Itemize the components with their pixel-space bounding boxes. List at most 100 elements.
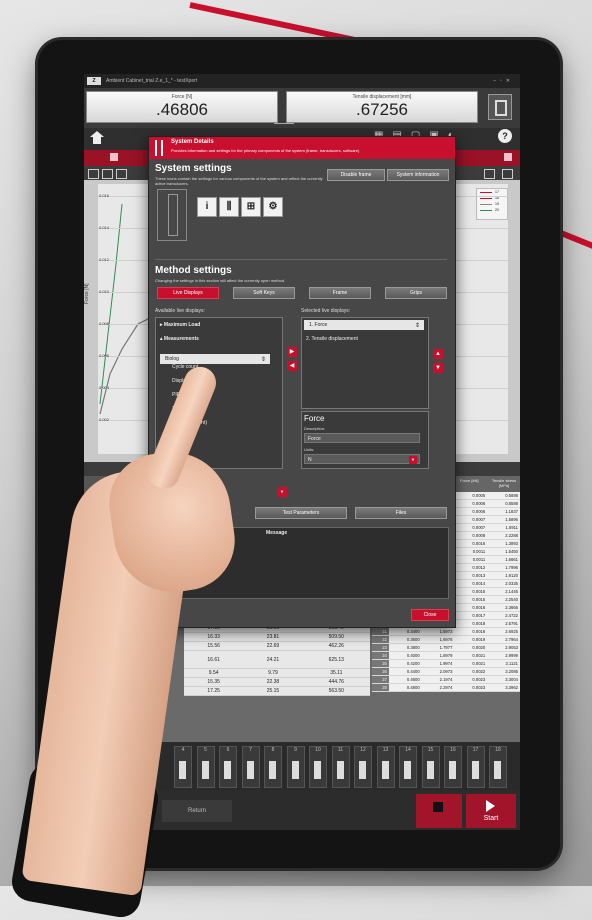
tab-soft-keys[interactable]: Soft Keys: [233, 287, 295, 299]
y-tick-label: 0.004: [99, 385, 110, 390]
tools-icon: [153, 140, 165, 156]
move-up-button[interactable]: ▲: [433, 349, 443, 359]
menu-icon[interactable]: [502, 169, 513, 179]
frame-icon[interactable]: ⊞: [241, 197, 261, 217]
table-row[interactable]: 21 0.3400 1.5973 0.0018 2.6925: [372, 627, 520, 636]
table-row[interactable]: 9.54 9.79 35.11: [184, 668, 370, 678]
table-cell: 1.5896: [487, 515, 520, 524]
specimen-slot[interactable]: 10: [309, 746, 327, 788]
row-index: 26: [372, 667, 389, 676]
test-parameters-tab[interactable]: Test Parameters: [255, 507, 347, 519]
tab-frame[interactable]: Frame: [309, 287, 371, 299]
selected-item[interactable]: 2. Tensile displacement: [306, 336, 358, 342]
table-cell: 0.4800: [388, 683, 422, 692]
message-label: Message: [266, 530, 288, 536]
table-row[interactable]: 16.33 23.81 509.50: [184, 632, 370, 642]
specimen-slot[interactable]: 14: [399, 746, 417, 788]
row-index: 24: [372, 651, 389, 660]
table-cell: 3.1121: [487, 659, 520, 668]
available-item[interactable]: ▴ Measurements: [160, 336, 199, 342]
move-down-button[interactable]: ▼: [433, 363, 443, 373]
table-row[interactable]: 15.56 22.69 462.26: [184, 641, 370, 651]
disable-frame-button[interactable]: Disable frame: [327, 169, 385, 181]
tab-live-displays[interactable]: Live Displays: [157, 287, 219, 299]
table-cell: 1.7996: [487, 563, 520, 572]
specimen-slot[interactable]: 12: [354, 746, 372, 788]
available-item[interactable]: Biolog ⇕: [160, 354, 270, 364]
table-row[interactable]: 24 0.4000 1.8979 0.0021 2.9999: [372, 651, 520, 660]
remove-arrow-button[interactable]: ◀: [287, 361, 297, 371]
specimen-slot[interactable]: 15: [421, 746, 440, 788]
table-cell: 0.0020: [454, 643, 488, 652]
specimen-slot[interactable]: 6: [219, 746, 237, 788]
slot-number: 5: [204, 747, 207, 753]
series-curve-1: [99, 203, 123, 405]
units-dropdown[interactable]: N ▼: [304, 454, 420, 464]
selected-item[interactable]: 1. Force ⇕: [304, 320, 424, 330]
table-row[interactable]: 17.25 25.15 563.50: [184, 686, 370, 696]
specimen-slot[interactable]: 7: [241, 746, 260, 788]
specimen-slot[interactable]: 18: [489, 746, 507, 788]
zoom-icon[interactable]: [116, 169, 127, 179]
return-button[interactable]: Return: [162, 800, 232, 822]
chevron-down-icon[interactable]: ▼: [277, 487, 287, 497]
help-icon[interactable]: ?: [498, 129, 512, 143]
table-row[interactable]: 26 0.4400 2.0973 0.0022 3.2085: [372, 667, 520, 676]
chart-legend: 17 18 19 20: [476, 188, 508, 220]
force-readout[interactable]: Force [N] .46806: [86, 91, 278, 123]
specimen-slot[interactable]: 17: [466, 746, 485, 788]
close-button[interactable]: Close: [411, 609, 449, 621]
table-cell: 0.4600: [388, 675, 422, 684]
table-row[interactable]: 27 0.4600 2.1974 0.0023 3.3004: [372, 675, 520, 684]
table-cell: 0.0006: [454, 507, 488, 516]
gear-icon[interactable]: ⚙: [263, 197, 283, 217]
specimen-slot[interactable]: 9: [286, 746, 305, 788]
table-cell: 0.0005: [454, 492, 488, 500]
description-field[interactable]: Force: [304, 433, 420, 443]
specimen-slot[interactable]: 11: [331, 746, 350, 788]
selected-list[interactable]: 1. Force ⇕ 2. Tensile displacement: [301, 317, 429, 409]
slot-number: 13: [382, 747, 389, 753]
slot-number: 9: [294, 747, 297, 753]
pencil-icon[interactable]: [88, 169, 99, 179]
start-button[interactable]: Start: [466, 794, 516, 828]
files-tab[interactable]: Files: [355, 507, 447, 519]
specimen-slot[interactable]: 16: [444, 746, 462, 788]
table-cell: 0.0007: [454, 523, 488, 532]
device-icon[interactable]: [488, 94, 512, 120]
crosshair-icon[interactable]: [102, 169, 113, 179]
stop-button[interactable]: [416, 794, 462, 828]
table-row[interactable]: 16.61 24.21 625.13: [184, 650, 370, 669]
start-label: Start: [483, 815, 499, 822]
available-item[interactable]: ▸ Maximum Load: [160, 322, 200, 328]
transducer-icon[interactable]: ⫼: [219, 197, 239, 217]
displacement-readout[interactable]: Tensile displacement [mm] .67256: [286, 91, 478, 123]
table-cell: 17.25: [184, 686, 244, 696]
reorder-icon[interactable]: ⇕: [415, 321, 420, 331]
tab-icon[interactable]: [504, 153, 512, 161]
column-header: Force [kN]: [460, 478, 479, 483]
system-information-button[interactable]: System information: [387, 169, 449, 181]
table-row[interactable]: 28 0.4800 2.2974 0.0023 3.3962: [372, 683, 520, 692]
specimen-slot[interactable]: 5: [196, 746, 215, 788]
add-arrow-button[interactable]: ▶: [287, 347, 297, 357]
specimen-slot[interactable]: 4: [174, 746, 192, 788]
table-row[interactable]: 25 0.4200 1.9974 0.0021 3.1121: [372, 659, 520, 668]
table-row[interactable]: 15.35 22.38 444.76: [184, 677, 370, 687]
home-icon[interactable]: [90, 131, 104, 145]
table-cell: 16.61: [184, 650, 244, 669]
window-controls[interactable]: –▫✕: [493, 74, 514, 88]
table-row[interactable]: 22 0.3600 1.6976 0.0019 2.7964: [372, 635, 520, 644]
specimen-icon: [359, 761, 366, 779]
detail-panel: Force Description: Force Units: N ▼: [301, 411, 429, 469]
table-cell: 0.0023: [454, 675, 488, 684]
info-icon[interactable]: i: [197, 197, 217, 217]
tab-grips[interactable]: Grips: [385, 287, 447, 299]
expand-icon[interactable]: [484, 169, 495, 179]
slot-number: 7: [249, 747, 252, 753]
reorder-icon[interactable]: ⇕: [261, 355, 266, 365]
specimen-slot[interactable]: 8: [264, 746, 282, 788]
tab-icon[interactable]: [110, 153, 118, 161]
table-row[interactable]: 23 0.3800 1.7977 0.0020 2.9053: [372, 643, 520, 652]
specimen-slot[interactable]: 13: [376, 746, 395, 788]
